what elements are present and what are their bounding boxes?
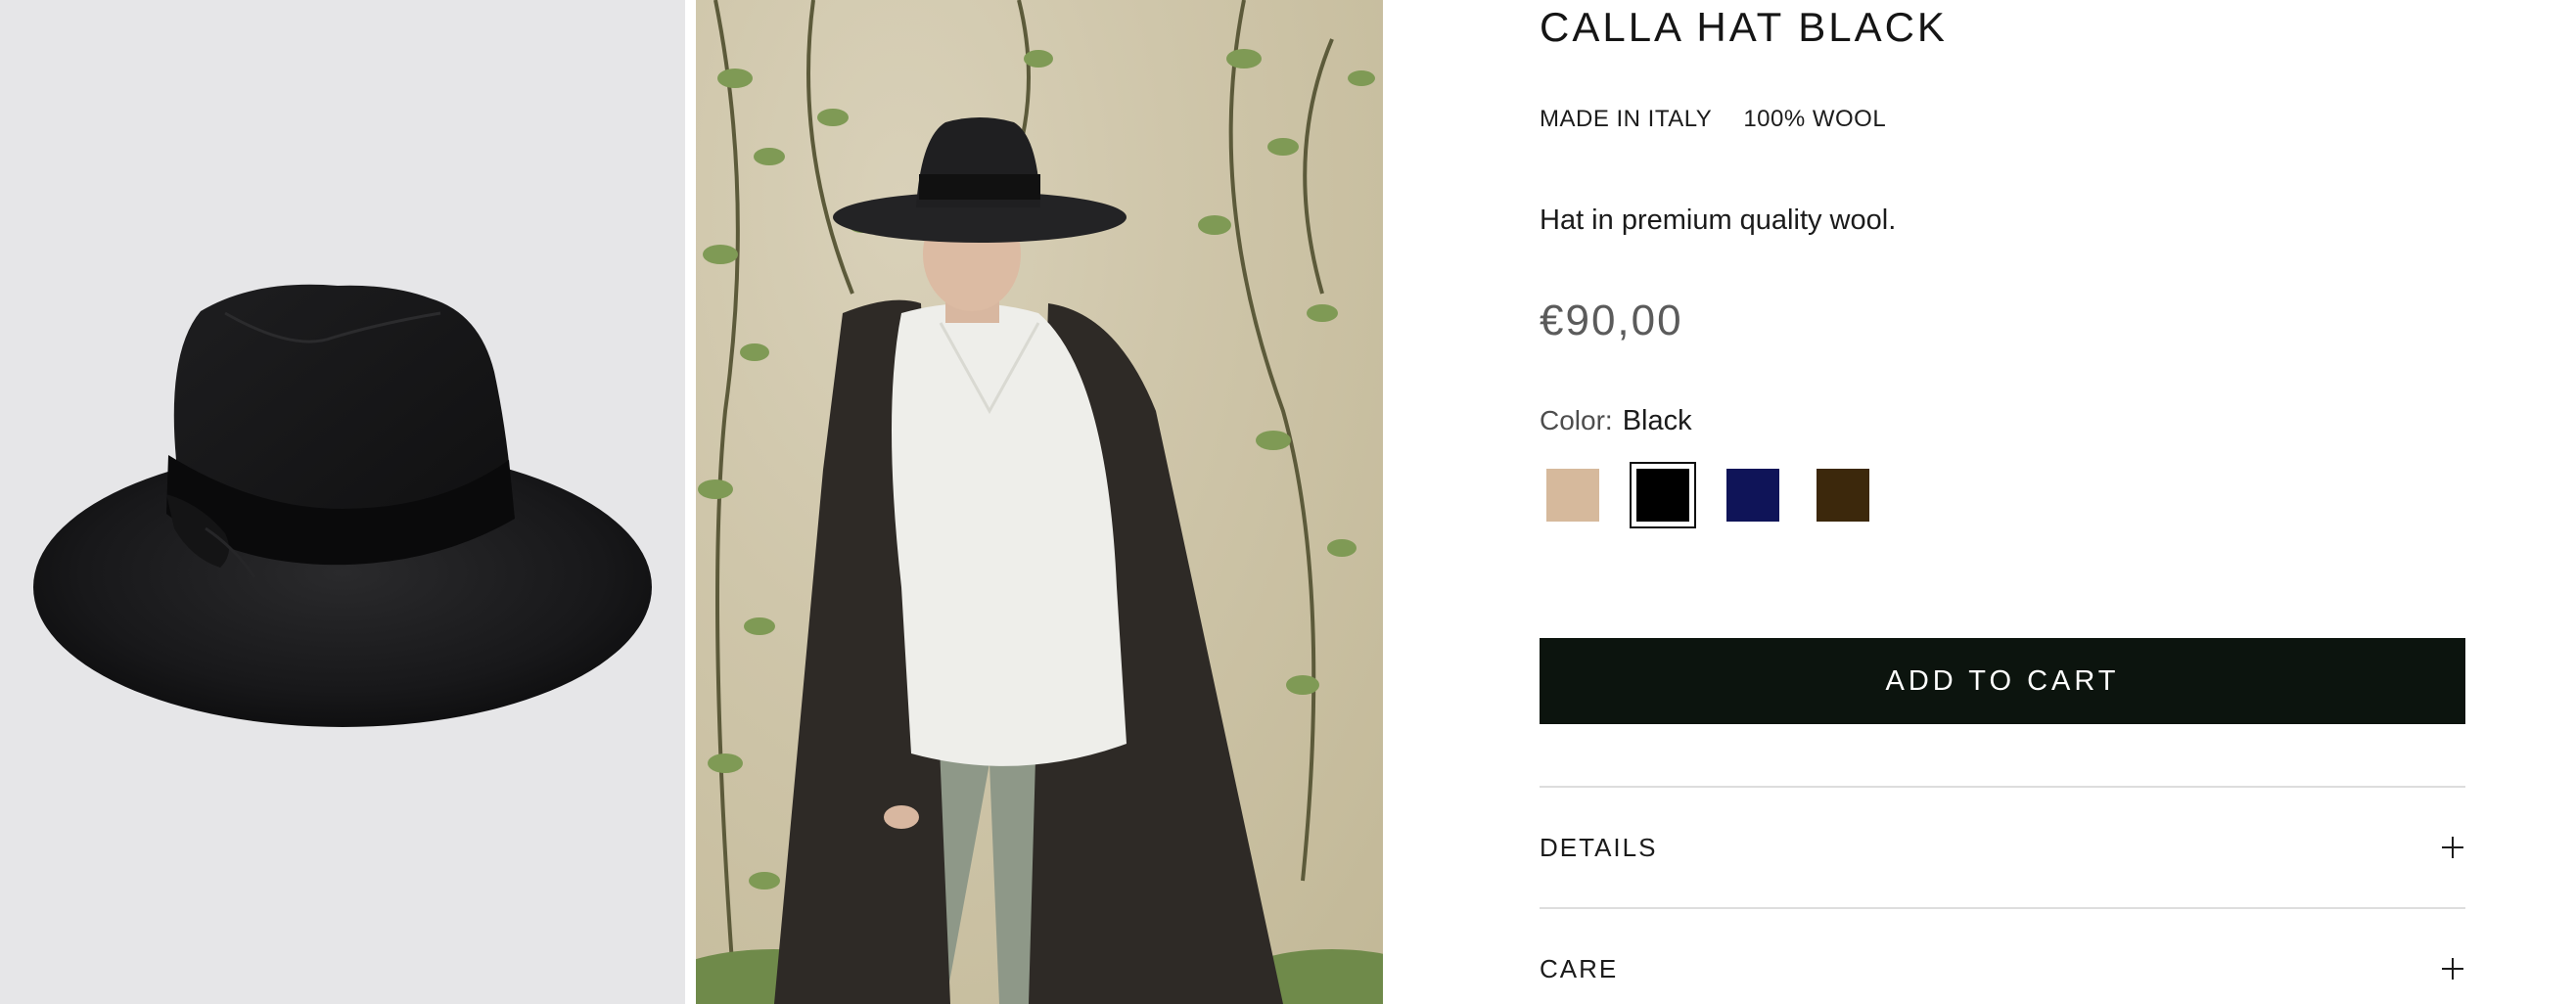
swatch-black[interactable]: [1630, 462, 1696, 528]
product-tags: MADE IN ITALY 100% WOOL: [1540, 106, 1886, 133]
accordion-details[interactable]: DETAILS: [1540, 786, 2465, 907]
tag-origin: MADE IN ITALY: [1540, 106, 1713, 132]
color-value: Black: [1622, 405, 1692, 436]
color-label: Color:: [1540, 405, 1613, 435]
swatch-brown[interactable]: [1810, 462, 1876, 528]
product-title: CALLA HAT BLACK: [1540, 4, 1948, 50]
product-description: Hat in premium quality wool.: [1540, 205, 1897, 236]
swatch-color: [1817, 469, 1869, 522]
swatch-color: [1726, 469, 1779, 522]
accordion-care-label: CARE: [1540, 953, 1619, 983]
plus-icon: [2442, 958, 2463, 980]
product-page: CALLA HAT BLACK MADE IN ITALY 100% WOOL …: [0, 0, 2576, 1004]
tag-material: 100% WOOL: [1743, 106, 1887, 132]
product-info: CALLA HAT BLACK MADE IN ITALY 100% WOOL …: [1540, 0, 2465, 1004]
product-image-hat[interactable]: [0, 0, 685, 1004]
swatch-navy[interactable]: [1720, 462, 1786, 528]
swatch-color: [1636, 469, 1689, 522]
add-to-cart-button[interactable]: ADD TO CART: [1540, 638, 2465, 724]
plus-icon: [2442, 837, 2463, 858]
accordion-details-label: DETAILS: [1540, 832, 1658, 862]
color-selector-label: Color: Black: [1540, 405, 1692, 437]
product-price: €90,00: [1540, 297, 1683, 344]
accordion-care[interactable]: CARE: [1540, 907, 2465, 1004]
swatch-color: [1546, 469, 1599, 522]
swatch-beige[interactable]: [1540, 462, 1606, 528]
product-image-model[interactable]: [696, 0, 1383, 1004]
color-swatches: [1540, 462, 1876, 528]
